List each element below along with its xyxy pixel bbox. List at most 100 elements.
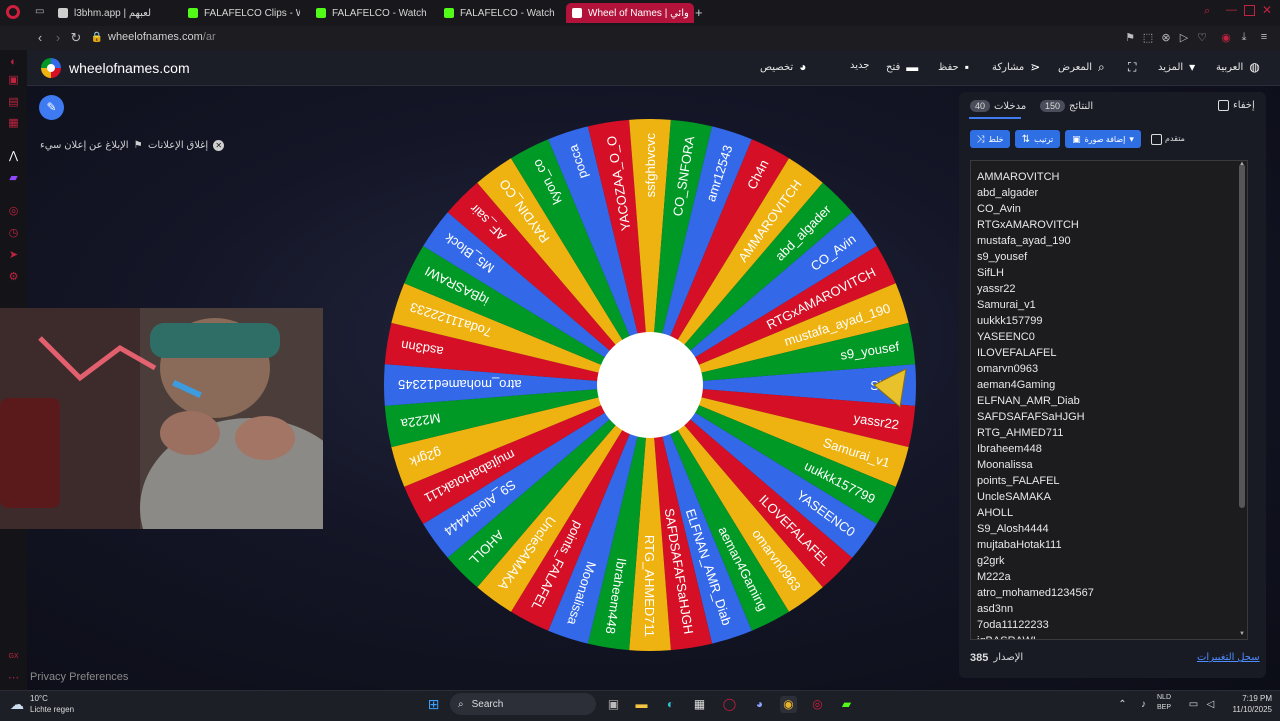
edit-pencil-button[interactable]: ✎ [39, 95, 64, 120]
discord-icon[interactable]: ◕ [751, 696, 768, 713]
windows-start-icon[interactable]: ⊞ [425, 696, 442, 713]
save-label: حفظ [938, 61, 959, 73]
heart-icon[interactable]: ♡ [1195, 31, 1209, 44]
task-view-icon[interactable]: ▣ [605, 696, 622, 713]
cloud-rain-icon: ☁ [10, 695, 24, 712]
close-icon[interactable]: ✕ [1262, 3, 1272, 17]
weather-widget[interactable]: ☁ 10°C Lichte regen [10, 693, 74, 715]
tab-results[interactable]: النتائج 150 [1040, 100, 1093, 112]
browser-tab[interactable]: FALAFELCO Clips - Watc [182, 3, 306, 23]
opera-app-icon[interactable]: ◎ [809, 696, 826, 713]
kick-app-icon[interactable]: ▰ [838, 696, 855, 713]
kick-icon[interactable]: ⋀ [7, 150, 20, 163]
messenger-icon[interactable]: ▤ [7, 96, 20, 109]
advanced-label[interactable]: متقدم [1165, 134, 1185, 143]
flag-icon: ⚑ [133, 140, 143, 151]
scroll-down-icon[interactable]: ▼ [1239, 631, 1245, 637]
entries-scrollbar[interactable] [1239, 164, 1245, 508]
browser-tab[interactable]: FALAFELCO - Watch clip [438, 3, 562, 23]
scroll-up-icon[interactable]: ▲ [1239, 161, 1245, 167]
hide-toggle[interactable]: إخفاء [1218, 100, 1255, 111]
tab-sidebar-icon[interactable]: ▭ [35, 6, 44, 17]
history-icon[interactable]: ◷ [7, 227, 20, 240]
edge-icon[interactable]: ◐ [662, 696, 679, 713]
save-button[interactable]: ▪ حفظ [938, 60, 969, 74]
report-ad-link[interactable]: ⚑ الإبلاغ عن إعلان سيء [40, 140, 143, 151]
app-icon[interactable]: ▦ [7, 117, 20, 130]
tab-title: FALAFELCO - Watch clip [332, 7, 428, 19]
entry-line: asd3nn [977, 603, 1014, 615]
player-sidebar-icon[interactable]: ◎ [7, 205, 20, 218]
menu-icon[interactable]: ≡ [1257, 31, 1271, 43]
gx-icon[interactable]: GX [7, 650, 20, 663]
advanced-checkbox[interactable] [1151, 134, 1162, 145]
language-button[interactable]: ◍ العربية [1216, 60, 1260, 74]
search-icon: ⌕ [1098, 60, 1105, 74]
settings-icon[interactable]: ⚙ [7, 271, 20, 284]
search-icon: ⌕ [458, 698, 464, 710]
send-icon[interactable]: ➤ [7, 249, 20, 262]
entries-textarea[interactable]: AMMAROVITCH abd_algader CO_Avin RTGxAMAROVI… [970, 160, 1248, 640]
wheel-of-names[interactable]: SifLHyassr22Samurai_v1uukkk157799YASEENC… [384, 119, 916, 651]
wheel-segment-label: atro_mohamed12345 [398, 377, 522, 392]
tab-entries[interactable]: مدخلات 40 [970, 100, 1026, 112]
download-icon[interactable]: ⤓ [1237, 31, 1251, 44]
shuffle-button[interactable]: خلط ⤨ [970, 130, 1010, 148]
entry-line: abd_algader [977, 187, 1039, 199]
clock[interactable]: 7:19 PM 11/10/2025 [1222, 693, 1272, 715]
site-name[interactable]: wheelofnames.com [69, 60, 190, 76]
hide-checkbox[interactable] [1218, 100, 1229, 111]
opera-gx-icon[interactable]: ◯ [721, 696, 738, 713]
minimize-icon[interactable]: — [1226, 4, 1237, 16]
wheel-center-button[interactable] [597, 332, 703, 438]
maximize-icon[interactable] [1244, 5, 1255, 16]
screenshot-icon[interactable]: ⬚ [1141, 31, 1155, 44]
changelog-link[interactable]: سجل التغييرات [1197, 652, 1260, 663]
browser-tab[interactable]: l3bhm.app | لعبهم [52, 3, 180, 23]
input-language[interactable]: NLD BEP [1157, 693, 1171, 713]
more-button[interactable]: ▾ المزيد [1158, 60, 1195, 74]
sort-button[interactable]: ترتيب ⇅ [1015, 130, 1060, 148]
opera-logo-icon[interactable] [6, 5, 20, 19]
bookmark-icon[interactable]: ⚑ [1123, 31, 1137, 44]
bag-icon[interactable]: ▣ [7, 74, 20, 87]
store-icon[interactable]: ▦ [691, 696, 708, 713]
back-icon[interactable]: ‹ [32, 30, 48, 45]
fullscreen-button[interactable]: ⛶ [1128, 60, 1136, 75]
twitch-icon[interactable]: ▰ [7, 172, 20, 185]
url-field[interactable]: wheelofnames.com/ar [108, 31, 216, 43]
volume-icon[interactable]: ◁ [1202, 696, 1219, 713]
taskbar-search[interactable]: ⌕ Search [450, 693, 596, 715]
results-tab-label: النتائج [1069, 100, 1094, 112]
file-explorer-icon[interactable]: ▬ [633, 696, 650, 713]
microphone-icon[interactable]: ♪ [1135, 696, 1152, 713]
privacy-preferences-link[interactable]: Privacy Preferences [30, 671, 128, 683]
entry-line: AHOLL [977, 507, 1014, 519]
aria-icon[interactable]: ◐ [7, 56, 20, 69]
floppy-icon: ▪ [964, 60, 969, 74]
tray-chevron-icon[interactable]: ⌃ [1114, 696, 1131, 713]
player-icon[interactable]: ▷ [1177, 31, 1191, 44]
more-sidebar-icon[interactable]: ⋯ [7, 672, 20, 685]
entry-line: RTGxAMAROVITCH [977, 219, 1079, 231]
add-image-button[interactable]: ▾ إضافة صورة ▣ [1065, 130, 1141, 148]
gallery-button[interactable]: ⌕ المعرض [1058, 60, 1105, 75]
wheel-logo-icon[interactable] [41, 58, 61, 78]
adblock-icon[interactable]: ⊗ [1159, 31, 1173, 44]
forward-icon[interactable]: › [50, 30, 66, 45]
hide-label: إخفاء [1233, 100, 1255, 111]
new-tab-button[interactable]: + [695, 5, 703, 20]
customize-button[interactable]: ◕ تخصيص [760, 60, 806, 74]
new-button[interactable]: جديد [850, 60, 869, 71]
chrome-icon[interactable]: ◉ [780, 696, 797, 713]
browser-tab[interactable]: FALAFELCO - Watch clip [310, 3, 434, 23]
entry-line: RTG_AHMED711 [977, 427, 1064, 439]
network-icon[interactable]: ▭ [1185, 696, 1202, 713]
profile-icon[interactable]: ◉ [1219, 31, 1233, 44]
reload-icon[interactable]: ↻ [68, 30, 84, 46]
close-ads-link[interactable]: ✕ إغلاق الإعلانات [148, 140, 225, 151]
open-button[interactable]: ▬ فتح [886, 60, 918, 74]
browser-tab-active[interactable]: Wheel of Names | عشوائي [566, 3, 694, 23]
search-tabs-icon[interactable]: ⌕ [1204, 5, 1210, 18]
share-button[interactable]: ⋖ مشاركة [992, 60, 1040, 74]
